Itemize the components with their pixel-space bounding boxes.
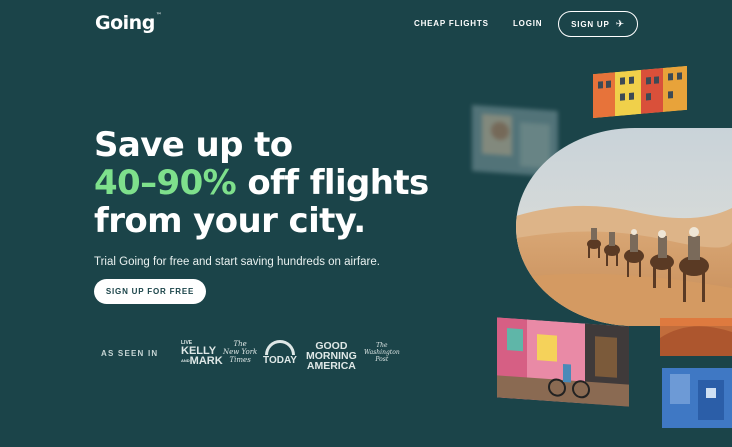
blue-street-photo <box>662 368 732 428</box>
headline-line-3: from your city. <box>94 201 366 241</box>
discount-highlight: 40–90% <box>94 163 237 203</box>
nav-login-link[interactable]: LOGIN <box>513 19 542 28</box>
colorful-buildings-photo <box>593 65 687 119</box>
nav-signup-label: SIGN UP <box>571 19 610 29</box>
as-seen-in-label: AS SEEN IN <box>101 349 159 358</box>
top-nav: Going™ CHEAP FLIGHTS LOGIN SIGN UP ✈ <box>0 0 732 48</box>
today-show-logo: TODAY <box>263 340 297 366</box>
new-york-times-logo: The New York Times <box>223 340 258 364</box>
hero-headline: Save up to 40–90% off flights from your … <box>94 126 429 240</box>
nav-cheap-flights-link[interactable]: CHEAP FLIGHTS <box>414 19 489 28</box>
going-logo[interactable]: Going™ <box>95 12 162 34</box>
colorful-market-street-photo <box>497 317 629 407</box>
washington-post-logo: The Washington Post <box>364 342 400 363</box>
signup-free-button[interactable]: SIGN UP FOR FREE <box>94 279 206 304</box>
desert-camel-caravan-photo <box>516 128 732 326</box>
orange-fabric-photo <box>660 318 732 356</box>
airplane-icon: ✈ <box>615 18 625 30</box>
good-morning-america-logo: GOOD MORNING AMERICA <box>306 340 357 372</box>
headline-line-2: 40–90% off flights <box>94 163 429 203</box>
kelly-and-mark-logo: LIVE KELLY ANDMARK <box>181 340 223 367</box>
headline-line-1: Save up to <box>94 125 293 165</box>
nav-signup-button[interactable]: SIGN UP ✈ <box>558 11 638 37</box>
hero-subtitle: Trial Going for free and start saving hu… <box>94 256 380 268</box>
